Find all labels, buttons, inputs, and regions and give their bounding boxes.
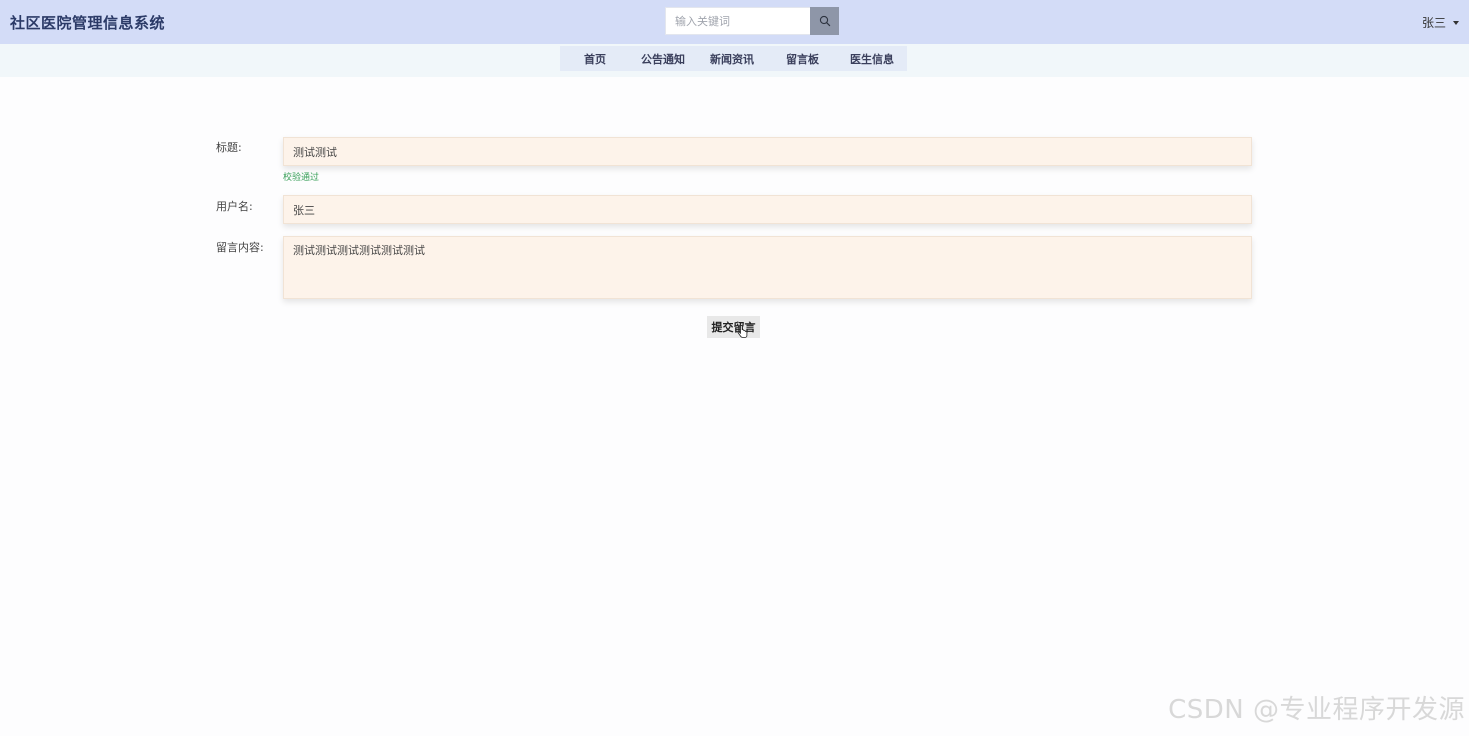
search-input[interactable] (665, 7, 810, 35)
watermark: CSDN @专业程序开发源 (1168, 695, 1465, 725)
username-label: 用户名: (216, 200, 253, 213)
submit-button[interactable]: 提交留言 (707, 316, 760, 338)
title-label: 标题: (216, 141, 242, 154)
user-menu[interactable]: 张三 (1422, 14, 1459, 31)
user-name: 张三 (1421, 16, 1446, 30)
search-bar (665, 7, 839, 35)
top-header: 社区医院管理信息系统 张三 (0, 0, 1469, 44)
pointer-cursor-icon (737, 324, 748, 343)
content-label: 留言内容: (216, 241, 264, 254)
title-input[interactable]: 测试测试 (283, 137, 1252, 166)
caret-down-icon (1453, 21, 1459, 25)
title-validation-message: 校验通过 (283, 173, 320, 183)
nav-item-home[interactable]: 首页 (584, 51, 606, 67)
app-title: 社区医院管理信息系统 (10, 14, 166, 32)
content-textarea[interactable]: 测试测试测试测试测试测试 (283, 236, 1252, 299)
nav-item-news[interactable]: 新闻资讯 (710, 51, 754, 67)
nav-list: 首页 公告通知 新闻资讯 留言板 医生信息 (560, 46, 907, 71)
nav-item-doctors[interactable]: 医生信息 (850, 51, 894, 67)
nav-item-message-board[interactable]: 留言板 (786, 51, 819, 67)
nav-bar: 首页 公告通知 新闻资讯 留言板 医生信息 (0, 44, 1469, 77)
search-button[interactable] (810, 7, 839, 35)
username-input[interactable]: 张三 (283, 195, 1252, 224)
nav-item-notices[interactable]: 公告通知 (641, 51, 685, 67)
search-icon (819, 12, 831, 31)
